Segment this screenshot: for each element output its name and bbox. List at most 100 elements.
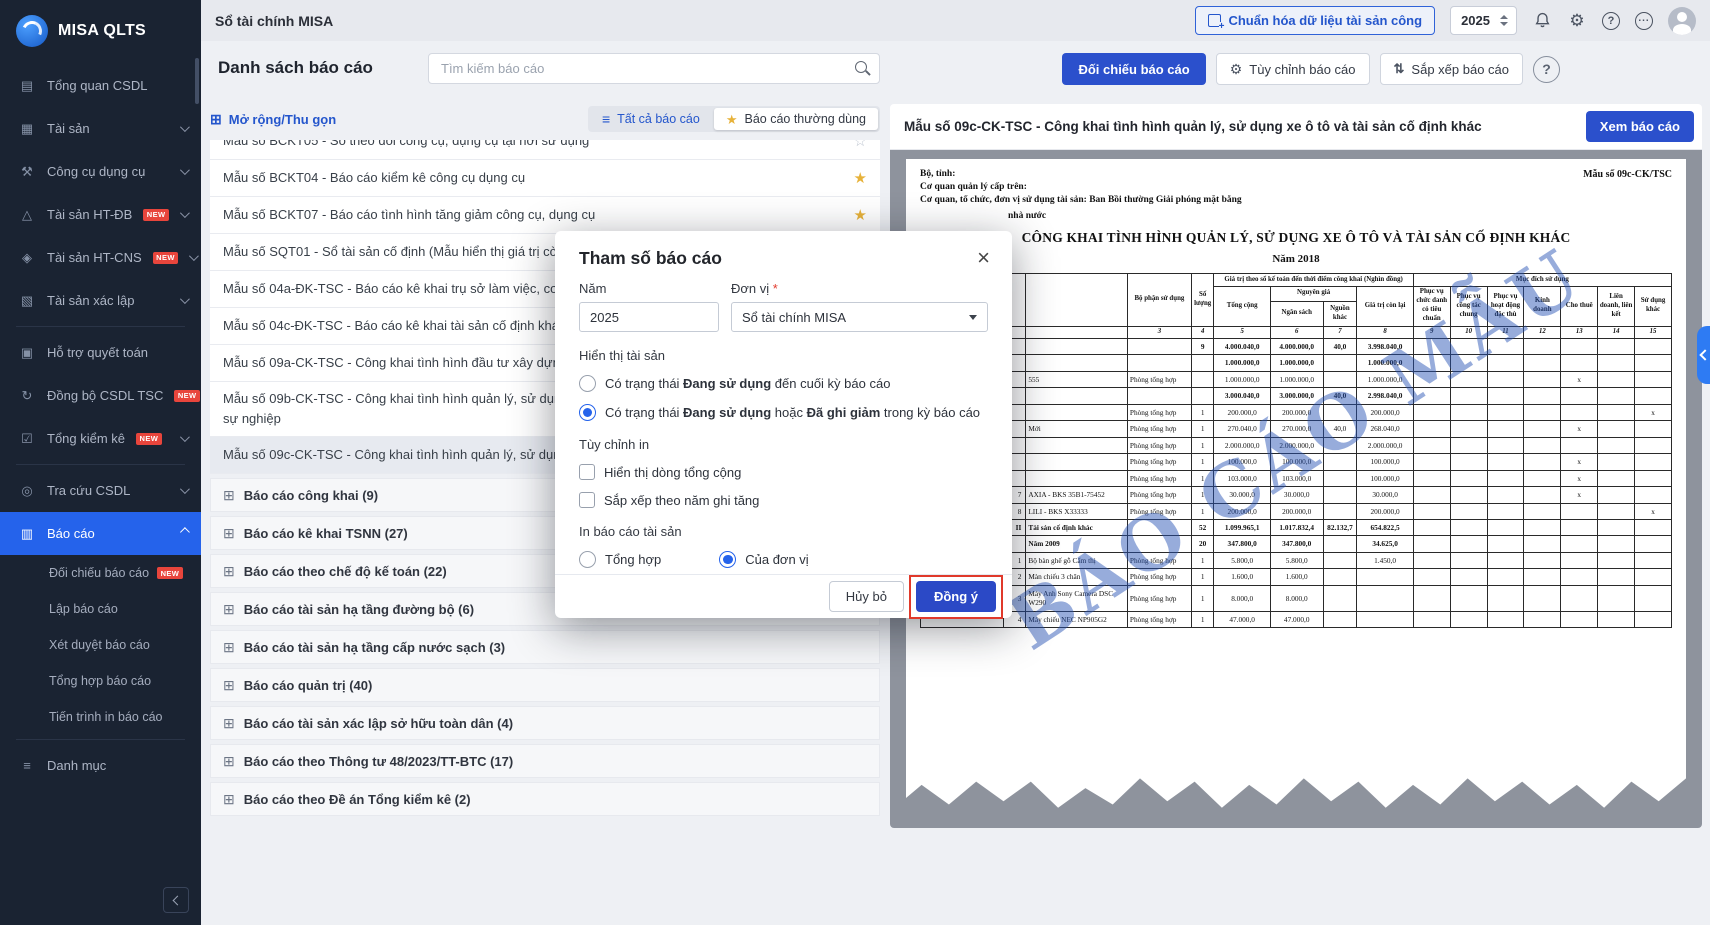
spinner-arrows[interactable] — [1500, 15, 1508, 26]
column-number: 14 — [1598, 326, 1635, 338]
sidebar-report-subitems: Đối chiếu báo cáo NEW Lập báo cáo Xét du… — [0, 555, 201, 735]
print-section-label: Tùy chỉnh in — [579, 437, 988, 452]
chevron-icon — [180, 527, 190, 537]
expand-plus-icon[interactable] — [223, 525, 235, 542]
expand-plus-icon[interactable] — [223, 753, 235, 770]
sidebar-subitem[interactable]: Đối chiếu báo cáo NEW — [0, 555, 201, 591]
page-help-icon[interactable]: ? — [1533, 56, 1560, 83]
expand-plus-icon[interactable] — [223, 715, 235, 732]
checkbox-unchecked-icon[interactable] — [579, 464, 595, 480]
radio-unselected-icon[interactable] — [579, 551, 596, 568]
report-group-row[interactable]: Báo cáo theo Thông tư 48/2023/TT-BTC (17… — [210, 744, 880, 778]
notification-bell-icon[interactable] — [1532, 11, 1552, 31]
sidebar-item-icon: ⚒ — [18, 164, 36, 180]
table-row: 8 LILI - BKS X33333 Phòng tổng hợp 1 200… — [921, 503, 1672, 519]
doc-header: Bộ, tỉnh: Cơ quan quản lý cấp trên: Cơ q… — [920, 169, 1672, 208]
sidebar-subitem-label: Tổng hợp báo cáo — [49, 674, 151, 688]
year-input[interactable] — [579, 302, 719, 332]
th-so-luong: Số lượng — [1191, 274, 1214, 327]
sidebar-subitem[interactable]: Xét duyệt báo cáo — [0, 627, 201, 663]
report-filter-tab[interactable]: ★ Báo cáo thường dùng — [714, 108, 878, 130]
expand-plus-icon[interactable] — [223, 639, 235, 656]
favorite-star-icon[interactable]: ☆ — [854, 140, 867, 150]
help-icon[interactable]: ? — [1602, 12, 1620, 30]
ok-button[interactable]: Đồng ý — [916, 581, 996, 612]
report-group-row[interactable]: Báo cáo tài sản xác lập sở hữu toàn dân … — [210, 706, 880, 740]
summary-radio-option[interactable]: Tổng hợp — [579, 551, 661, 568]
sidebar-item[interactable]: ⚒ Công cụ dụng cụ — [0, 150, 201, 193]
unit-select[interactable]: Sổ tài chính MISA — [731, 302, 988, 332]
radio-selected-icon[interactable] — [579, 404, 596, 421]
table-row: Mới Phòng tổng hợp 1 270.040,0 270.000,0… — [921, 421, 1672, 437]
sidebar-item[interactable]: ▦ Tài sản — [0, 107, 201, 150]
sidebar-item-danh-muc[interactable]: ≡ Danh mục — [0, 744, 201, 787]
favorite-star-icon[interactable]: ★ — [854, 169, 867, 187]
spinner-up-icon[interactable] — [1500, 15, 1508, 19]
sidebar-subitem[interactable]: Tiến trình in báo cáo — [0, 699, 201, 735]
sidebar-item-label: Công cụ dụng cụ — [47, 164, 145, 179]
column-number: 7 — [1323, 326, 1357, 338]
status-radio-option-1[interactable]: Có trạng thái Đang sử dụng đến cuối kỳ b… — [579, 375, 988, 392]
spinner-down-icon[interactable] — [1500, 22, 1508, 26]
normalize-data-button[interactable]: Chuẩn hóa dữ liệu tài sản công — [1195, 6, 1435, 35]
expand-plus-icon[interactable] — [223, 487, 235, 504]
sidebar-collapse-button[interactable] — [163, 887, 189, 913]
chevron-icon — [189, 251, 199, 261]
report-group-label: Báo cáo tài sản xác lập sở hữu toàn dân … — [244, 716, 513, 731]
expand-plus-icon[interactable] — [223, 601, 235, 618]
preview-header: Mẫu số 09c-CK-TSC - Công khai tình hình … — [890, 104, 1702, 150]
sidebar-item-icon: △ — [18, 207, 36, 223]
panel-expand-handle[interactable] — [1697, 326, 1710, 384]
settings-gear-icon[interactable] — [1567, 11, 1587, 31]
report-group-row[interactable]: Báo cáo tài sản hạ tầng cấp nước sạch (3… — [210, 630, 880, 664]
more-options-icon[interactable]: ... — [1635, 12, 1653, 30]
cancel-button[interactable]: Hủy bỏ — [829, 581, 904, 612]
show-total-row-checkbox[interactable]: Hiển thị dòng tổng cộng — [579, 464, 988, 480]
status-radio-option-2[interactable]: Có trạng thái Đang sử dụng hoặc Đã ghi g… — [579, 404, 988, 421]
expand-plus-icon[interactable] — [223, 791, 235, 808]
unit-field: Đơn vị * Sổ tài chính MISA — [731, 281, 988, 332]
report-group-row[interactable]: Báo cáo theo Đề án Tổng kiểm kê (2) — [210, 782, 880, 816]
brand-name: MISA QLTS — [58, 22, 146, 40]
radio-selected-icon[interactable] — [719, 551, 736, 568]
expand-plus-icon[interactable] — [223, 677, 235, 694]
checkbox-unchecked-icon[interactable] — [579, 492, 595, 508]
topbar-controls: Chuẩn hóa dữ liệu tài sản công 2025 ? ..… — [1195, 6, 1696, 35]
compare-reports-button[interactable]: Đối chiếu báo cáo — [1062, 53, 1205, 85]
per-unit-radio-option[interactable]: Của đơn vị — [719, 551, 808, 568]
sidebar-item[interactable]: ◈ Tài sản HT-CNS NEW — [0, 236, 201, 279]
doc-subtitle: Năm 2018 — [920, 253, 1672, 265]
sidebar-item[interactable]: ▣ Hỗ trợ quyết toán — [0, 331, 201, 374]
sort-reports-button[interactable]: Sắp xếp báo cáo — [1380, 53, 1523, 85]
customize-reports-button[interactable]: Tùy chỉnh báo cáo — [1216, 53, 1370, 85]
table-row: Phòng tổng hợp 1 103.000,0 103.000,0 100… — [921, 470, 1672, 486]
radio-unselected-icon[interactable] — [579, 375, 596, 392]
expand-plus-icon[interactable] — [223, 563, 235, 580]
report-group-row[interactable]: Báo cáo quản trị (40) — [210, 668, 880, 702]
year-spinner[interactable]: 2025 — [1450, 6, 1517, 35]
user-avatar[interactable] — [1668, 7, 1696, 35]
sort-by-year-checkbox[interactable]: Sắp xếp theo năm ghi tăng — [579, 492, 988, 508]
sidebar-subitem[interactable]: Tổng hợp báo cáo — [0, 663, 201, 699]
category-icon: ≡ — [18, 758, 36, 773]
search-input[interactable] — [428, 53, 880, 84]
report-list-item[interactable]: Mẫu số BCKT04 - Báo cáo kiểm kê công cụ … — [210, 160, 880, 197]
report-table-body: 9 4.000.040,0 4.000.000,0 40,0 3.998.040… — [921, 338, 1672, 628]
report-filter-tab[interactable]: ≡ Tất cả báo cáo — [590, 108, 712, 130]
view-report-button[interactable]: Xem báo cáo — [1586, 111, 1694, 142]
sidebar-item[interactable]: ▧ Tài sản xác lập — [0, 279, 201, 322]
expand-collapse-link[interactable]: Mở rộng/Thu gọn — [210, 111, 336, 128]
column-number: 15 — [1635, 326, 1672, 338]
sidebar-item[interactable]: ◎ Tra cứu CSDL — [0, 469, 201, 512]
sidebar-item[interactable]: ▥ Báo cáo — [0, 512, 201, 555]
report-list-item[interactable]: Mẫu số BCKT05 - Sổ theo dõi công cụ, dụn… — [210, 140, 880, 160]
sidebar-item[interactable]: ▤ Tổng quan CSDL — [0, 64, 201, 107]
sidebar-item[interactable]: △ Tài sản HT-ĐB NEW — [0, 193, 201, 236]
sidebar-item[interactable]: ☑ Tổng kiểm kê NEW — [0, 417, 201, 460]
report-list-item[interactable]: Mẫu số BCKT07 - Báo cáo tình hình tăng g… — [210, 197, 880, 234]
sidebar-subitem[interactable]: Lập báo cáo — [0, 591, 201, 627]
favorite-star-icon[interactable]: ★ — [854, 206, 867, 224]
sidebar-item[interactable]: ↻ Đồng bộ CSDL TSC NEW — [0, 374, 201, 417]
search-icon[interactable] — [855, 61, 867, 73]
close-icon[interactable] — [977, 247, 990, 269]
